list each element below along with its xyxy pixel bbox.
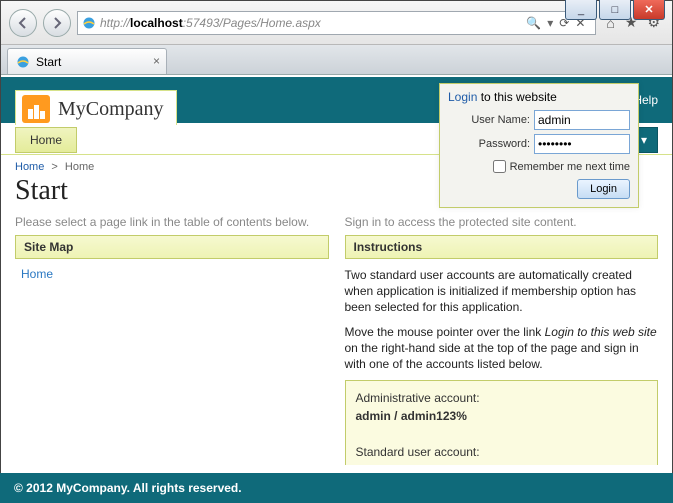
nav-tab-home[interactable]: Home xyxy=(15,127,77,153)
username-label: User Name: xyxy=(471,114,530,126)
address-bar[interactable]: http://localhost:57493/Pages/Home.aspx 🔍… xyxy=(77,11,596,35)
url-port: :57493 xyxy=(183,16,220,30)
url-path: /Pages/Home.aspx xyxy=(219,16,320,30)
back-button[interactable] xyxy=(9,9,37,37)
login-title-link[interactable]: Login xyxy=(448,90,477,104)
instructions-p2: Move the mouse pointer over the link Log… xyxy=(345,324,659,373)
tab-favicon-icon xyxy=(16,55,30,69)
user-acct-cred: user / user123% xyxy=(356,463,447,465)
username-input[interactable] xyxy=(534,110,630,130)
login-popup: Login to this website User Name: Passwor… xyxy=(439,83,639,208)
sitemap-header: Site Map xyxy=(15,235,329,259)
breadcrumb-home[interactable]: Home xyxy=(15,161,44,173)
ie-favicon-icon xyxy=(82,16,96,30)
right-intro: Sign in to access the protected site con… xyxy=(345,215,659,229)
instructions-header: Instructions xyxy=(345,235,659,259)
admin-acct-cred: admin / admin123% xyxy=(356,409,467,423)
remember-label: Remember me next time xyxy=(510,161,630,173)
breadcrumb-sep: > xyxy=(51,161,57,173)
minimize-button[interactable]: _ xyxy=(565,0,597,20)
forward-button[interactable] xyxy=(43,9,71,37)
toolbar-sep: ▾ xyxy=(547,16,553,30)
admin-acct-label: Administrative account: xyxy=(356,391,480,405)
sitemap-link-home[interactable]: Home xyxy=(21,267,53,281)
window-controls: _ □ ✕ xyxy=(563,0,665,22)
tab-title: Start xyxy=(36,55,61,69)
url-host: localhost xyxy=(130,16,183,30)
login-title: Login to this website xyxy=(448,90,630,104)
left-intro: Please select a page link in the table o… xyxy=(15,215,329,229)
tab-close-icon[interactable]: × xyxy=(153,54,160,68)
maximize-button[interactable]: □ xyxy=(599,0,631,20)
brand-logo-icon xyxy=(22,95,50,123)
brand-name: MyCompany xyxy=(58,98,164,121)
right-column: Sign in to access the protected site con… xyxy=(345,215,659,465)
password-input[interactable] xyxy=(534,134,630,154)
breadcrumb-current: Home xyxy=(65,161,94,173)
sitemap-item: Home xyxy=(15,259,329,289)
brand-area: MyCompany xyxy=(15,90,177,125)
footer-text: © 2012 MyCompany. All rights reserved. xyxy=(14,481,242,495)
instructions-p1: Two standard user accounts are automatic… xyxy=(345,267,659,316)
remember-checkbox[interactable] xyxy=(493,160,506,173)
login-title-rest: to this website xyxy=(477,90,556,104)
browser-tab[interactable]: Start × xyxy=(7,48,167,74)
url-protocol: http:// xyxy=(100,16,130,30)
browser-tab-strip: Start × xyxy=(1,45,672,75)
left-column: Please select a page link in the table o… xyxy=(15,215,329,465)
user-acct-label: Standard user account: xyxy=(356,445,480,459)
search-icon[interactable]: 🔍 xyxy=(526,16,541,30)
close-window-button[interactable]: ✕ xyxy=(633,0,665,20)
footer: © 2012 MyCompany. All rights reserved. xyxy=(0,473,673,503)
accounts-box: Administrative account: admin / admin123… xyxy=(345,380,659,465)
login-button[interactable]: Login xyxy=(577,179,630,199)
password-label: Password: xyxy=(479,138,530,150)
